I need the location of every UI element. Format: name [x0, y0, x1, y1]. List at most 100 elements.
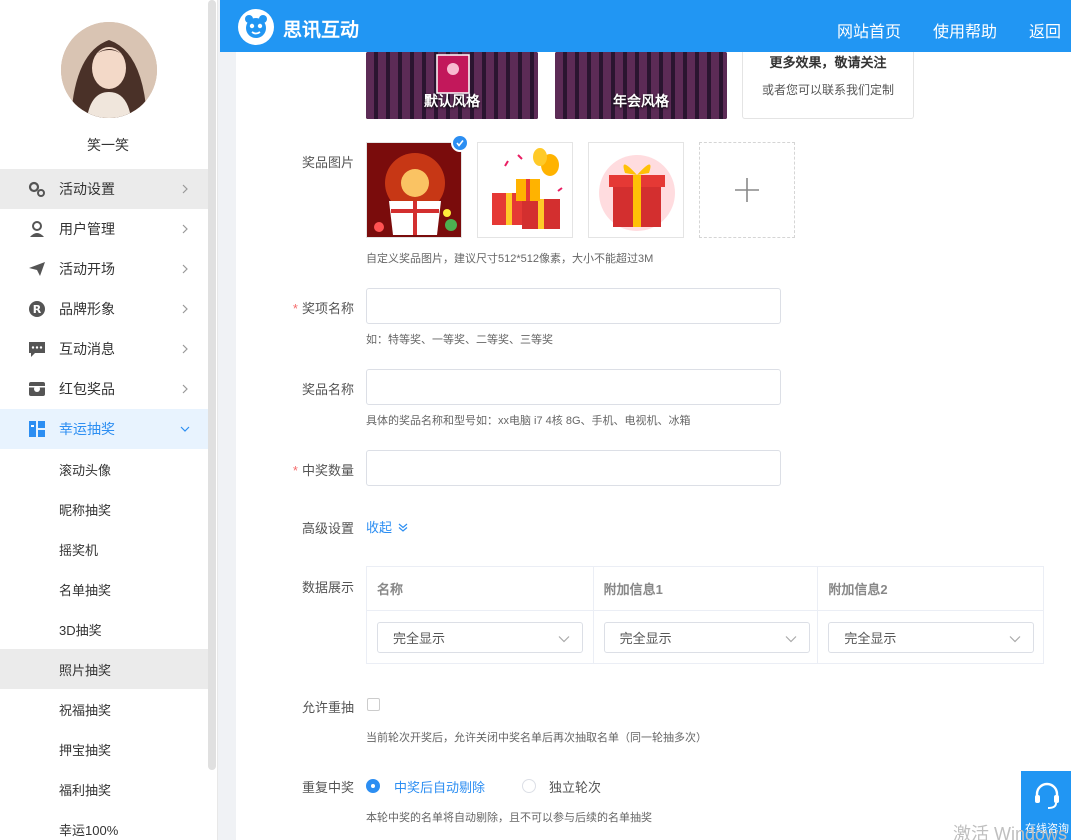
sidebar-item-label: 品牌形象 [59, 301, 115, 317]
submenu-item-scrolling-avatar[interactable]: 滚动头像 [0, 449, 216, 489]
submenu-item-lottery-machine[interactable]: 摇奖机 [0, 529, 216, 569]
submenu-item-photo-draw[interactable]: 照片抽奖 [0, 649, 216, 689]
column-header-name: 名称 [366, 566, 594, 611]
upload-prize-image-button[interactable] [699, 142, 795, 238]
avatar[interactable] [61, 22, 157, 118]
chevron-right-icon [182, 184, 188, 194]
chevron-right-icon [182, 224, 188, 234]
chevron-down-icon [1009, 635, 1021, 642]
display-mode-select-extra-2[interactable]: 完全显示 [828, 621, 1035, 653]
sidebar-item-user-management[interactable]: 用户管理 [0, 209, 216, 249]
selected-check-icon [451, 134, 469, 152]
submenu-label: 昵称抽奖 [59, 502, 112, 518]
allow-redraw-checkbox[interactable] [367, 698, 380, 711]
display-mode-select-name[interactable]: 完全显示 [377, 621, 583, 653]
more-effects-subtitle: 或者您可以联系我们定制 [761, 83, 894, 97]
chevron-right-icon [182, 304, 188, 314]
radio-auto-remove[interactable] [366, 779, 380, 793]
prize-image-hint: 自定义奖品图片，建议尺寸512*512像素，大小不能超过3M [366, 253, 654, 265]
radio-independent-round[interactable] [522, 779, 536, 793]
submenu-label: 祝福抽奖 [59, 702, 112, 718]
chevron-right-icon [182, 344, 188, 354]
nav-home-link[interactable]: 网站首页 [837, 18, 901, 42]
table-cell: 完全显示 [366, 610, 594, 664]
sidebar-menu: 活动设置 用户管理 活动开场 R 品牌形象 互动消息 红包奖品 幸运抽奖 滚动头… [0, 169, 216, 840]
prize-name-input[interactable] [366, 369, 781, 405]
plus-icon [735, 178, 759, 202]
advanced-settings-label: 高级设置 [301, 521, 354, 536]
display-mode-select-extra-1[interactable]: 完全显示 [603, 621, 810, 653]
chevron-down-icon [180, 426, 190, 432]
lottery-icon [28, 420, 46, 438]
prize-image-option-2[interactable] [477, 142, 573, 238]
submenu-item-nickname-draw[interactable]: 昵称抽奖 [0, 489, 216, 529]
gears-icon [28, 180, 46, 198]
award-name-input[interactable] [366, 288, 781, 324]
prize-image-option-1[interactable] [366, 142, 462, 238]
submenu-item-3d-draw[interactable]: 3D抽奖 [0, 609, 216, 649]
style-label: 年会风格 [613, 93, 669, 109]
sidebar-item-red-packet-prizes[interactable]: 红包奖品 [0, 369, 216, 409]
sidebar-item-activity-settings[interactable]: 活动设置 [0, 169, 216, 209]
submenu-item-bet-draw[interactable]: 押宝抽奖 [0, 729, 216, 769]
submenu-label: 摇奖机 [59, 542, 99, 558]
repeat-winning-label: 重复中奖 [301, 780, 354, 795]
prize-name-label: 奖品名称 [301, 382, 354, 397]
windows-activation-watermark: 激活 Windows [953, 824, 1068, 840]
radio-independent-round-label[interactable]: 独立轮次 [549, 777, 601, 796]
svg-text:R: R [33, 303, 42, 316]
registered-icon: R [28, 300, 46, 318]
style-option-annual[interactable]: 年会风格 [555, 52, 727, 119]
sidebar-item-brand-image[interactable]: R 品牌形象 [0, 289, 216, 329]
chevron-down-icon [785, 635, 797, 642]
sidebar-item-interactive-messages[interactable]: 互动消息 [0, 329, 216, 369]
submenu-item-blessing-draw[interactable]: 祝福抽奖 [0, 689, 216, 729]
collapse-toggle[interactable]: 收起 [366, 517, 409, 536]
sidebar-scrollbar[interactable] [208, 0, 216, 770]
repeat-winning-hint: 本轮中奖的名单将自动剔除，且不可以参与后续的名单抽奖 [366, 812, 652, 824]
brand-logo-icon[interactable] [238, 9, 274, 45]
sidebar-item-label: 红包奖品 [59, 381, 115, 397]
double-chevron-down-icon [398, 523, 408, 532]
style-label: 默认风格 [424, 93, 480, 109]
brand-name[interactable]: 思讯互动 [283, 15, 359, 42]
table-cell: 完全显示 [817, 610, 1044, 664]
submenu-item-list-draw[interactable]: 名单抽奖 [0, 569, 216, 609]
submenu-label: 3D抽奖 [59, 622, 102, 638]
submenu-item-lucky-100[interactable]: 幸运100% [0, 809, 216, 840]
submenu-label: 滚动头像 [59, 462, 112, 478]
more-effects-title: 更多效果，敬请关注 [769, 55, 887, 70]
collapse-label: 收起 [366, 520, 393, 535]
column-header-extra-1: 附加信息1 [592, 566, 819, 611]
submenu-label: 福利抽奖 [59, 782, 112, 798]
sidebar-item-label: 活动开场 [59, 261, 115, 277]
sidebar-item-activity-opening[interactable]: 活动开场 [0, 249, 216, 289]
style-option-default[interactable]: 默认风格 [366, 52, 538, 119]
award-name-label-text: 奖项名称 [301, 301, 354, 316]
nav-help-link[interactable]: 使用帮助 [933, 18, 997, 42]
award-name-label: * 奖项名称 [274, 298, 354, 317]
submenu-item-welfare-draw[interactable]: 福利抽奖 [0, 769, 216, 809]
submenu-label: 照片抽奖 [59, 662, 112, 678]
sidebar-item-label: 活动设置 [59, 181, 115, 197]
username: 笑一笑 [87, 137, 129, 153]
featured-photo-icon [436, 54, 470, 94]
required-mark: * [292, 463, 298, 478]
chevron-right-icon [182, 264, 188, 274]
data-display-label: 数据展示 [301, 580, 354, 595]
submenu-label: 幸运100% [59, 822, 119, 838]
sidebar-item-lucky-draw[interactable]: 幸运抽奖 [0, 409, 216, 449]
winner-count-input[interactable] [366, 450, 781, 486]
gift-box-explosion-image [367, 143, 461, 237]
select-value: 完全显示 [619, 630, 672, 646]
winner-count-label-text: 中奖数量 [301, 463, 354, 478]
nav-back-link[interactable]: 返回 [1029, 18, 1061, 42]
award-name-hint: 如：特等奖、一等奖、二等奖、三等奖 [366, 334, 553, 346]
select-value: 完全显示 [393, 630, 446, 646]
radio-auto-remove-label[interactable]: 中奖后自动剔除 [394, 777, 485, 796]
headset-icon [1035, 782, 1059, 809]
prize-image-option-3[interactable] [588, 142, 684, 238]
red-gift-box-image [589, 143, 683, 237]
gift-boxes-balloons-image [478, 143, 572, 237]
chat-icon [28, 340, 46, 358]
